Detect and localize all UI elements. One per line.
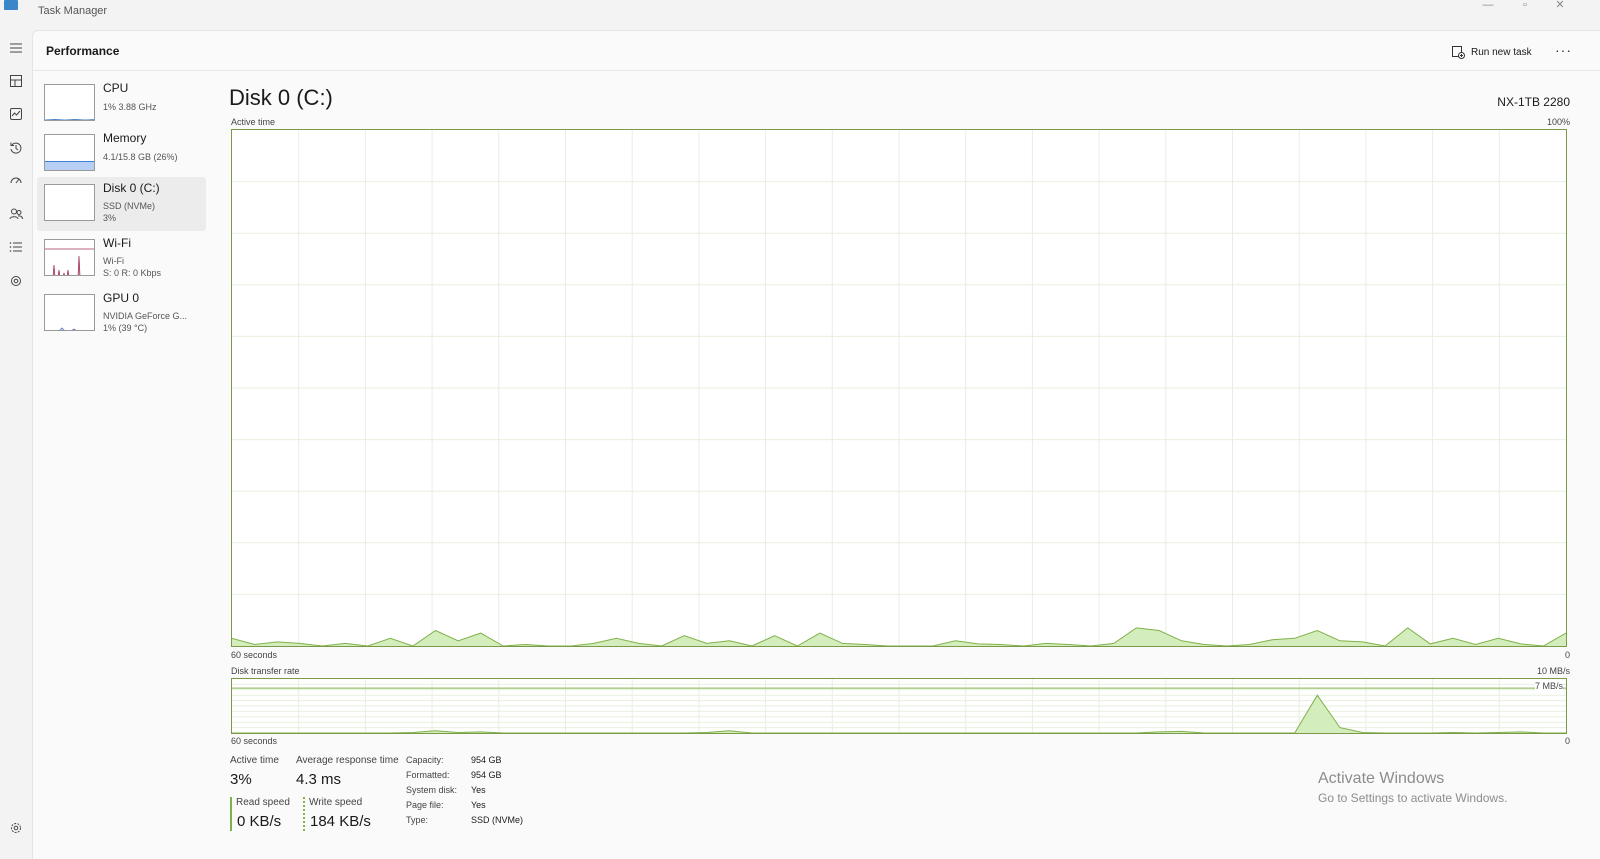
write-speed-label: Write speed: [309, 797, 363, 808]
device-name: GPU 0: [103, 291, 140, 305]
info-key: Type:: [406, 815, 429, 825]
processes-icon[interactable]: [4, 69, 28, 93]
maximize-button[interactable]: ▫: [1515, 0, 1535, 14]
active-time-label: Active time: [230, 755, 279, 766]
device-name: Memory: [103, 131, 147, 145]
performance-icon[interactable]: [4, 102, 28, 126]
device-item-cpu[interactable]: CPU 1% 3.88 GHz: [37, 77, 206, 131]
info-value: 954 GB: [471, 770, 502, 780]
device-item-memory[interactable]: Memory 4.1/15.8 GB (26%): [37, 127, 206, 181]
device-item-wifi[interactable]: Wi-Fi Wi-Fi S: 0 R: 0 Kbps: [37, 232, 206, 286]
active-time-chart-svg: [232, 130, 1566, 646]
cpu-thumbnail: [44, 84, 95, 121]
disk-model: NX-1TB 2280: [1497, 95, 1570, 109]
info-key: System disk:: [406, 785, 458, 795]
details-icon[interactable]: [4, 235, 28, 259]
services-icon[interactable]: [4, 269, 28, 293]
device-item-disk[interactable]: Disk 0 (C:) SSD (NVMe) 3%: [37, 177, 206, 231]
gpu-thumbnail: [44, 294, 95, 331]
run-new-task-button[interactable]: Run new task: [1451, 41, 1532, 63]
disk-title: Disk 0 (C:): [229, 85, 333, 110]
chart1-min: 0: [1564, 650, 1570, 660]
device-detail: SSD (NVMe): [103, 201, 156, 211]
write-speed-value: 184 KB/s: [310, 813, 371, 830]
active-time-chart: [231, 129, 1567, 647]
chart1-max: 100%: [1546, 117, 1570, 127]
transfer-rate-chart: 7 MB/s: [231, 678, 1567, 734]
page-header: Performance Run new task ···: [33, 31, 1600, 71]
navigation-rail: [0, 30, 32, 859]
more-options-button[interactable]: ···: [1555, 42, 1572, 58]
device-name: Wi-Fi: [103, 236, 131, 250]
watermark-title: Activate Windows: [1318, 770, 1445, 787]
chart2-scale-line-label: 7 MB/s: [1534, 681, 1563, 691]
window-title: Task Manager: [38, 5, 108, 17]
run-new-task-label: Run new task: [1471, 46, 1532, 58]
read-speed-indicator: [230, 797, 232, 831]
chart2-max: 10 MB/s: [1536, 666, 1570, 676]
wifi-thumbnail: [44, 239, 95, 276]
info-value: Yes: [471, 785, 486, 795]
device-detail: Wi-Fi: [103, 256, 124, 266]
info-key: Capacity:: [406, 755, 444, 765]
run-task-icon: [1452, 46, 1465, 59]
chart1-label: Active time: [231, 117, 276, 127]
write-speed-indicator: [303, 797, 305, 831]
chart2-label: Disk transfer rate: [231, 666, 300, 676]
activate-windows-watermark: Activate Windows Go to Settings to activ…: [1318, 770, 1507, 805]
info-key: Page file:: [406, 800, 444, 810]
info-key: Formatted:: [406, 770, 450, 780]
settings-icon[interactable]: [4, 816, 28, 840]
device-item-gpu[interactable]: GPU 0 NVIDIA GeForce G... 1% (39 °C): [37, 287, 206, 341]
chart1-time-span: 60 seconds: [231, 650, 278, 660]
app-history-icon[interactable]: [4, 136, 28, 160]
device-detail: NVIDIA GeForce G...: [103, 311, 188, 321]
page-title: Performance: [46, 44, 120, 58]
users-icon[interactable]: [4, 202, 28, 226]
avg-response-value: 4.3 ms: [296, 771, 342, 788]
avg-response-label: Average response time: [296, 755, 399, 766]
device-usage: 3%: [103, 213, 117, 223]
device-throughput: S: 0 R: 0 Kbps: [103, 268, 162, 278]
chart2-min: 0: [1564, 736, 1570, 746]
read-speed-label: Read speed: [236, 797, 290, 808]
info-value: 954 GB: [471, 755, 502, 765]
info-value: SSD (NVMe): [471, 815, 524, 825]
transfer-rate-chart-svg: [232, 679, 1566, 733]
device-detail: 4.1/15.8 GB (26%): [103, 152, 178, 162]
chart-grid: [232, 679, 1566, 733]
watermark-subtitle: Go to Settings to activate Windows.: [1318, 791, 1508, 805]
device-name: CPU: [103, 81, 129, 95]
chart-grid: [232, 130, 1566, 646]
disk-thumbnail: [44, 184, 95, 221]
close-button[interactable]: ✕: [1550, 0, 1570, 14]
main-panel: Performance Run new task ··· CPU 1% 3.88…: [32, 30, 1600, 859]
device-detail: 1% 3.88 GHz: [103, 102, 157, 112]
memory-thumbnail: [44, 134, 95, 171]
device-name: Disk 0 (C:): [103, 181, 160, 195]
device-usage: 1% (39 °C): [103, 323, 148, 333]
title-bar: Task Manager — ▫ ✕: [0, 0, 1600, 30]
task-manager-app-icon: [4, 0, 18, 10]
active-time-value: 3%: [230, 771, 252, 788]
info-value: Yes: [471, 800, 486, 810]
read-speed-value: 0 KB/s: [237, 813, 282, 830]
menu-icon[interactable]: [4, 36, 28, 60]
minimize-button[interactable]: —: [1478, 0, 1498, 14]
startup-apps-icon[interactable]: [4, 169, 28, 193]
chart2-time-span: 60 seconds: [231, 736, 278, 746]
